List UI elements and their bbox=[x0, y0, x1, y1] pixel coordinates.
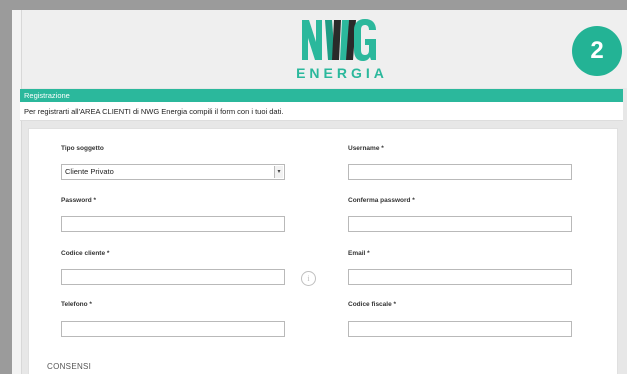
email-input[interactable] bbox=[348, 269, 572, 285]
codice-cliente-input[interactable] bbox=[61, 269, 285, 285]
left-edge bbox=[12, 10, 22, 374]
username-label: Username * bbox=[348, 145, 384, 152]
section-title-bar: Registrazione bbox=[20, 89, 623, 102]
logo-wordmark: ENERGIA bbox=[296, 65, 388, 81]
logo-letter-w-stripe-2 bbox=[332, 20, 341, 60]
nwg-logo-mark bbox=[302, 19, 376, 61]
conferma-password-label: Conferma password * bbox=[348, 197, 415, 204]
codice-cliente-label: Codice cliente * bbox=[61, 250, 110, 257]
codice-fiscale-label: Codice fiscale * bbox=[348, 301, 397, 308]
registration-form: Tipo soggetto Cliente Privato ▾ Username… bbox=[28, 128, 618, 374]
nwg-logo[interactable]: ENERGIA bbox=[292, 18, 392, 86]
codice-fiscale-input[interactable] bbox=[348, 321, 572, 337]
password-label: Password * bbox=[61, 197, 97, 204]
consensi-heading: CONSENSI bbox=[47, 362, 92, 371]
logo-letter-g bbox=[354, 19, 376, 61]
username-input[interactable] bbox=[348, 164, 572, 180]
tipo-soggetto-label: Tipo soggetto bbox=[61, 145, 104, 152]
chevron-down-icon: ▾ bbox=[274, 166, 283, 178]
header: ENERGIA 2 bbox=[22, 10, 627, 88]
tipo-soggetto-value: Cliente Privato bbox=[65, 167, 114, 176]
tipo-soggetto-select[interactable]: Cliente Privato ▾ bbox=[61, 164, 285, 180]
step-badge: 2 bbox=[572, 26, 622, 76]
info-icon[interactable]: i bbox=[301, 271, 316, 286]
logo-letter-n bbox=[302, 20, 322, 60]
right-edge bbox=[618, 128, 627, 374]
intro-text: Per registrarti all'AREA CLIENTI di NWG … bbox=[20, 102, 623, 121]
email-label: Email * bbox=[348, 250, 370, 257]
telefono-input[interactable] bbox=[61, 321, 285, 337]
password-input[interactable] bbox=[61, 216, 285, 232]
telefono-label: Telefono * bbox=[61, 301, 92, 308]
conferma-password-input[interactable] bbox=[348, 216, 572, 232]
